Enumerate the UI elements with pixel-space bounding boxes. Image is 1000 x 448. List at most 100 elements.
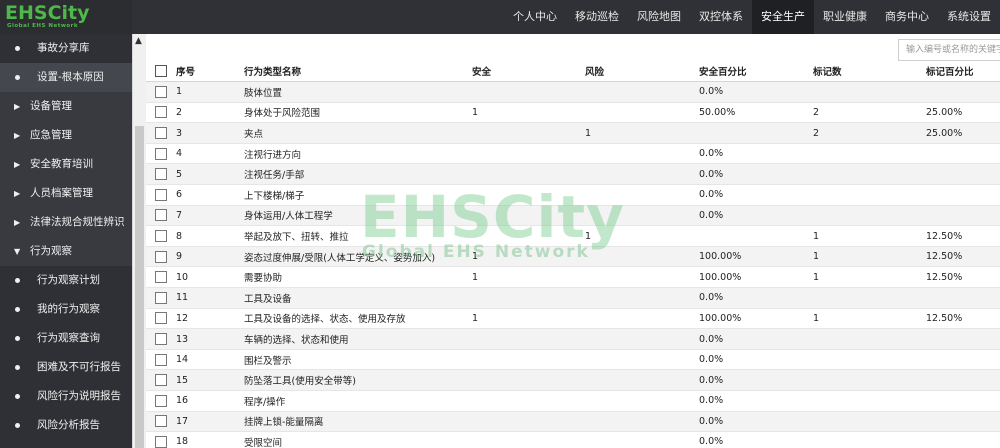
column-header[interactable]: 标记数 — [813, 61, 926, 83]
nav-item[interactable]: 双控体系 — [690, 0, 752, 34]
table-row[interactable]: 5 注视任务/手部 0.0% — [146, 163, 1000, 186]
nav-item[interactable]: 系统设置 — [938, 0, 1000, 34]
bullet-icon — [15, 46, 20, 51]
row-select-cell[interactable] — [146, 143, 176, 165]
table-cell — [585, 411, 699, 433]
sidebar-item[interactable]: ▶ 安全教育培训 — [0, 150, 132, 179]
table-row[interactable]: 9 姿态过度伸展/受限(人体工学定义、姿势加入) 1 100.00% 1 12.50% — [146, 246, 1000, 268]
sidebar-item[interactable]: 风险行为说明报告 — [0, 382, 132, 411]
table-row[interactable]: 12 工具及设备的选择、状态、使用及存放 1 100.00% 1 12.50% — [146, 308, 1000, 330]
sidebar-item[interactable]: ▶ 设备管理 — [0, 92, 132, 121]
nav-item[interactable]: 移动巡检 — [566, 0, 628, 34]
row-checkbox[interactable] — [155, 250, 167, 263]
table-cell: 1 — [472, 246, 585, 268]
nav-item[interactable]: 职业健康 — [814, 0, 876, 34]
row-checkbox[interactable] — [155, 188, 167, 201]
sidebar-item[interactable]: 行为观察计划 — [0, 266, 132, 295]
row-select-cell[interactable] — [146, 225, 176, 247]
row-select-cell[interactable] — [146, 349, 176, 371]
scrollbar-thumb[interactable] — [135, 126, 144, 448]
sidebar-item[interactable]: ▶ 应急管理 — [0, 121, 132, 150]
sidebar-item[interactable]: 风险分析报告 — [0, 411, 132, 440]
table-cell — [472, 287, 585, 309]
table-row[interactable]: 13 车辆的选择、状态和使用 0.0% — [146, 328, 1000, 350]
sidebar-item[interactable]: 事故分享库 — [0, 34, 132, 63]
row-checkbox[interactable] — [155, 353, 167, 366]
row-select-cell[interactable] — [146, 266, 176, 289]
table-row[interactable]: 4 注视行进方向 0.0% — [146, 143, 1000, 165]
row-checkbox[interactable] — [155, 106, 167, 119]
table-row[interactable]: 10 需要协助 1 100.00% 1 12.50% — [146, 266, 1000, 289]
table-cell — [585, 328, 699, 350]
table-row[interactable]: 2 身体处于风险范围 1 50.00% 2 25.00% — [146, 102, 1000, 124]
row-select-cell[interactable] — [146, 431, 176, 448]
row-checkbox[interactable] — [155, 333, 167, 346]
logo[interactable]: EHSCity Global EHS Network — [0, 0, 132, 34]
column-header[interactable]: 安全 — [472, 61, 585, 83]
sidebar-item[interactable]: 困难及不可行报告 — [0, 353, 132, 382]
table-row[interactable]: 15 防坠落工具(使用安全带等) 0.0% — [146, 369, 1000, 391]
row-checkbox[interactable] — [155, 230, 167, 243]
row-select-cell[interactable] — [146, 184, 176, 206]
row-checkbox[interactable] — [155, 85, 167, 98]
row-checkbox[interactable] — [155, 415, 167, 428]
row-select-cell[interactable] — [146, 122, 176, 144]
row-select-cell[interactable] — [146, 308, 176, 330]
row-select-cell[interactable] — [146, 328, 176, 350]
row-select-cell[interactable] — [146, 411, 176, 433]
sidebar-scrollbar[interactable]: ▲ — [132, 34, 146, 448]
nav-item[interactable]: 安全生产 — [752, 0, 814, 34]
row-select-cell[interactable] — [146, 205, 176, 227]
table-row[interactable]: 17 挂牌上锁-能量隔离 0.0% — [146, 411, 1000, 433]
search-input[interactable] — [898, 39, 1000, 61]
table-row[interactable]: 16 程序/操作 0.0% — [146, 390, 1000, 412]
column-header[interactable]: 序号 — [176, 61, 244, 83]
sidebar-item[interactable]: 观察行动项查询 — [0, 440, 132, 448]
select-all-checkbox[interactable] — [155, 65, 167, 78]
table-row[interactable]: 8 举起及放下、扭转、推拉 1 1 12.50% — [146, 225, 1000, 247]
row-select-cell[interactable] — [146, 246, 176, 268]
table-cell — [813, 205, 926, 227]
row-checkbox[interactable] — [155, 271, 167, 284]
table-row[interactable]: 14 围栏及警示 0.0% — [146, 349, 1000, 371]
sidebar-item[interactable]: 设置-根本原因 — [0, 63, 132, 92]
row-select-cell[interactable] — [146, 102, 176, 124]
nav-item[interactable]: 风险地图 — [628, 0, 690, 34]
row-select-cell[interactable] — [146, 369, 176, 391]
row-checkbox[interactable] — [155, 312, 167, 325]
sidebar-item[interactable]: 行为观察查询 — [0, 324, 132, 353]
row-checkbox[interactable] — [155, 394, 167, 407]
nav-item[interactable]: 商务中心 — [876, 0, 938, 34]
column-header[interactable]: 行为类型名称 — [244, 61, 472, 83]
table-row[interactable]: 11 工具及设备 0.0% — [146, 287, 1000, 309]
row-select-cell[interactable] — [146, 287, 176, 309]
row-checkbox[interactable] — [155, 147, 167, 160]
sidebar-item[interactable]: ▼ 行为观察 — [0, 237, 132, 266]
sidebar-item[interactable]: ▶ 人员档案管理 — [0, 179, 132, 208]
main-nav: 个人中心 移动巡检 风险地图 双控体系 安全生产 职业健康 商务中心 系统设置 — [504, 0, 1000, 34]
table-row[interactable]: 3 夹点 1 2 25.00% — [146, 122, 1000, 144]
table-row[interactable]: 1 肢体位置 0.0% — [146, 81, 1000, 103]
select-all-cell[interactable] — [146, 61, 176, 83]
nav-item[interactable]: 个人中心 — [504, 0, 566, 34]
row-checkbox[interactable] — [155, 168, 167, 181]
column-header[interactable]: 风险 — [585, 61, 699, 83]
sidebar-item[interactable]: ▶ 法律法规合规性辨识 — [0, 208, 132, 237]
row-checkbox[interactable] — [155, 291, 167, 304]
row-select-cell[interactable] — [146, 163, 176, 186]
row-select-cell[interactable] — [146, 390, 176, 412]
row-checkbox[interactable] — [155, 209, 167, 222]
chevron-up-icon[interactable]: ▲ — [135, 36, 142, 46]
sidebar-item[interactable]: 我的行为观察 — [0, 295, 132, 324]
table-row[interactable]: 6 上下楼梯/梯子 0.0% — [146, 184, 1000, 206]
column-header[interactable]: 标记百分比 — [926, 61, 1000, 83]
row-checkbox[interactable] — [155, 127, 167, 140]
column-header[interactable]: 安全百分比 — [699, 61, 813, 83]
row-checkbox[interactable] — [155, 374, 167, 387]
table-row[interactable]: 7 身体运用/人体工程学 0.0% — [146, 205, 1000, 227]
table-cell: 1 — [472, 308, 585, 330]
row-select-cell[interactable] — [146, 81, 176, 103]
table-row[interactable]: 18 受限空间 0.0% — [146, 431, 1000, 448]
row-checkbox[interactable] — [155, 435, 167, 448]
table-cell: 3 — [176, 122, 244, 144]
